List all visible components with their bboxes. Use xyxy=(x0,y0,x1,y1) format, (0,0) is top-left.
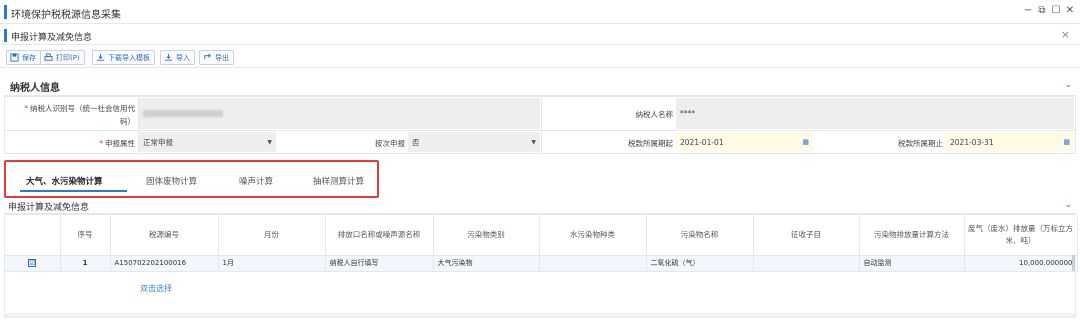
taxpayer-id-masked xyxy=(143,110,223,117)
window-title-bar: 环境保护税税源信息采集 − ⧉ ☐ ✕ xyxy=(0,0,1080,24)
cell-method: 自动监测 xyxy=(859,255,965,272)
close-window-button[interactable]: ✕ xyxy=(1064,5,1076,16)
period-end-field[interactable]: 2021-03-31 ▦ xyxy=(946,132,1074,152)
taxpayer-id-label-line2: 码） xyxy=(120,117,135,126)
declare-attr-label: * 申报属性 xyxy=(7,138,135,149)
taxpayer-section-header[interactable]: 纳税人信息 ⌄ xyxy=(4,74,1076,96)
close-tab-icon[interactable]: × xyxy=(1061,28,1070,41)
tab-noise[interactable]: 噪声计算 xyxy=(239,175,273,187)
taxpayer-name-label: 纳税人名称 xyxy=(635,110,674,119)
cell-water-kind xyxy=(539,255,647,272)
import-button[interactable]: 导入 xyxy=(160,50,195,65)
window-title: 环境保护税税源信息采集 xyxy=(11,10,121,21)
period-start-field[interactable]: 2021-01-01 ▦ xyxy=(676,132,813,152)
cell-source-no: A150702202100016 xyxy=(110,255,219,272)
tab-sampling[interactable]: 抽样测算计算 xyxy=(313,175,364,187)
table-header-row: 序号 税源编号 月份 排放口名称或噪声源名称 污染物类别 水污染物种类 污染物名… xyxy=(5,215,1078,256)
col-header-category: 污染物类别 xyxy=(433,215,540,256)
calc-section-header[interactable]: 申报计算及减免信息 ⌄ xyxy=(4,198,1076,214)
dropdown-arrow-icon: ▼ xyxy=(267,138,272,146)
export-label: 导出 xyxy=(215,53,229,62)
cell-outlet: 纳税人自行填写 xyxy=(325,255,434,272)
required-mark: * xyxy=(99,139,103,148)
download-icon xyxy=(96,53,105,61)
col-header-outlet: 排放口名称或噪声源名称 xyxy=(325,215,434,256)
calendar-icon[interactable]: ▦ xyxy=(802,138,809,146)
calc-table-container: 序号 税源编号 月份 排放口名称或噪声源名称 污染物类别 水污染物种类 污染物名… xyxy=(4,214,1078,318)
download-template-label: 下载导入模板 xyxy=(108,53,150,62)
taxpayer-id-label-line1: 纳税人识别号（统一社会信用代 xyxy=(30,104,135,113)
row-checkbox[interactable]: ☑ xyxy=(28,259,37,267)
cell-pollutant: 二氧化硫（气） xyxy=(646,255,754,272)
cell-month: 1月 xyxy=(218,255,326,272)
horizontal-scrollbar[interactable] xyxy=(5,313,1077,317)
minimize-button[interactable]: − xyxy=(1022,5,1034,16)
taxpayer-id-label: * 纳税人识别号（统一社会信用代 码） xyxy=(7,103,135,130)
declare-attr-value: 正常申报 xyxy=(143,137,173,147)
taxpayer-section-title: 纳税人信息 xyxy=(10,83,60,94)
col-header-source-no: 税源编号 xyxy=(110,215,219,256)
tab-solid-waste[interactable]: 固体废物计算 xyxy=(146,175,197,187)
by-time-select[interactable]: 否 ▼ xyxy=(408,132,540,152)
calc-tabs: 大气、水污染物计算 固体废物计算 噪声计算 抽样测算计算 xyxy=(4,160,379,198)
declare-attr-label-text: 申报属性 xyxy=(105,139,135,148)
row-checkbox-cell[interactable]: ☑ xyxy=(5,255,61,272)
cell-index: 1 xyxy=(60,255,111,272)
calendar-icon[interactable]: ▦ xyxy=(1063,138,1070,146)
restore-button[interactable]: ⧉ xyxy=(1036,5,1048,16)
sub-title-accent xyxy=(4,29,7,42)
subwindow-bar: 申报计算及减免信息 × xyxy=(0,25,1080,45)
period-end-label: 税款所属期止 xyxy=(898,139,943,148)
active-tab-indicator xyxy=(20,190,127,192)
double-click-select-hint[interactable]: 双击选择 xyxy=(140,283,172,294)
period-start-value: 2021-01-01 xyxy=(680,137,724,147)
cell-volume: 10,000.000000 xyxy=(964,255,1078,272)
maximize-button[interactable]: ☐ xyxy=(1050,5,1062,16)
chevron-down-icon[interactable]: ⌄ xyxy=(1064,200,1072,210)
download-template-button[interactable]: 下载导入模板 xyxy=(92,50,155,65)
export-icon xyxy=(204,53,211,60)
calc-section-title: 申报计算及减免信息 xyxy=(8,203,90,213)
form-divider xyxy=(5,130,1075,131)
save-label: 保存 xyxy=(22,53,36,62)
cell-category: 大气污染物 xyxy=(433,255,540,272)
by-time-label: 按次申报 xyxy=(375,139,405,148)
col-header-index: 序号 xyxy=(60,215,111,256)
tab-air-water[interactable]: 大气、水污染物计算 xyxy=(26,175,103,187)
cell-sub-item xyxy=(753,255,860,272)
import-icon xyxy=(164,53,173,61)
taxpayer-id-field[interactable] xyxy=(139,98,540,129)
import-label: 导入 xyxy=(176,53,190,62)
col-header-pollutant: 污染物名称 xyxy=(646,215,754,256)
period-end-value: 2021-03-31 xyxy=(950,137,994,147)
col-header-sub-item: 征收子目 xyxy=(753,215,860,256)
save-button[interactable]: 保存 xyxy=(6,50,41,65)
toolbar: 保存 打印(P) 下载导入模板 导入 导出 xyxy=(0,46,1080,68)
required-mark: * xyxy=(24,104,28,113)
vertical-scrollbar[interactable] xyxy=(1072,255,1075,271)
col-header-volume: 废气（废水）排放量（万标立方米、吨） xyxy=(964,215,1078,256)
subwindow-title: 申报计算及减免信息 xyxy=(11,33,93,43)
taxpayer-form: * 纳税人识别号（统一社会信用代 码） 纳税人名称 **** * 申报属性 正常申报… xyxy=(4,96,1076,154)
print-button[interactable]: 打印(P) xyxy=(40,50,85,65)
print-icon xyxy=(44,53,53,61)
declare-attr-select[interactable]: 正常申报 ▼ xyxy=(139,132,276,152)
col-header-select xyxy=(5,215,61,256)
taxpayer-name-field[interactable]: **** xyxy=(676,98,1074,129)
export-button[interactable]: 导出 xyxy=(199,50,234,65)
col-header-water-kind: 水污染物种类 xyxy=(539,215,647,256)
col-header-month: 月份 xyxy=(218,215,326,256)
by-time-value: 否 xyxy=(412,137,420,147)
table-row[interactable]: ☑ 1 A150702202100016 1月 纳税人自行填写 大气污染物 二氧… xyxy=(5,255,1078,272)
print-label: 打印(P) xyxy=(56,53,80,62)
calc-table: 序号 税源编号 月份 排放口名称或噪声源名称 污染物类别 水污染物种类 污染物名… xyxy=(5,215,1078,272)
save-icon xyxy=(10,53,19,62)
form-divider xyxy=(541,97,542,153)
chevron-down-icon[interactable]: ⌄ xyxy=(1064,80,1072,90)
period-start-label: 税款所属期起 xyxy=(628,139,673,148)
title-accent xyxy=(4,5,7,19)
col-header-method: 污染物排放量计算方法 xyxy=(859,215,965,256)
dropdown-arrow-icon: ▼ xyxy=(531,138,536,146)
